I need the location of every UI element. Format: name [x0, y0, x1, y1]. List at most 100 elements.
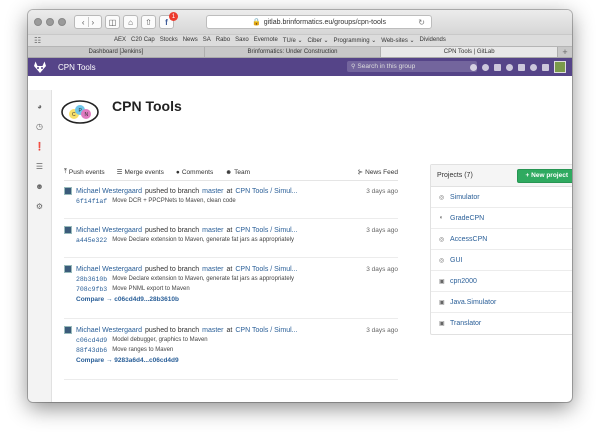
commit-sha-link[interactable]: 88f43db6	[76, 347, 107, 354]
event-item: Michael Westergaard pushed to branch maste…	[64, 225, 398, 245]
sidebar-item-dashboard[interactable]: ◕	[28, 96, 51, 116]
event-author[interactable]: Michael Westergaard	[76, 188, 142, 195]
project-link[interactable]: CPN Tools / Simul...	[235, 227, 297, 234]
commit-sha-link[interactable]: 6f14f1af	[76, 198, 107, 205]
admin-icon[interactable]	[506, 63, 513, 71]
tab-team[interactable]: ☻ Team	[225, 169, 250, 176]
bookmark-item[interactable]: Stocks	[160, 37, 178, 44]
tab-merge-events[interactable]: ☰ Merge events	[117, 168, 164, 177]
snippets-icon[interactable]	[494, 63, 501, 71]
commit-sha-link[interactable]: c06cd4d9	[76, 337, 107, 344]
back-arrow-icon[interactable]: ‹	[82, 18, 85, 27]
profile-icon[interactable]	[530, 63, 537, 71]
logout-icon[interactable]	[542, 63, 549, 71]
event-action: pushed to branch	[145, 226, 200, 234]
show-all-tabs-icon[interactable]: ☷	[34, 36, 56, 45]
new-tab-button[interactable]: +	[558, 47, 572, 57]
event-filter-tabs: ⤒ Push events ☰ Merge events ● Comments ☻ Team …	[64, 166, 398, 178]
bookmark-item[interactable]: TU/e ⌄	[283, 37, 303, 44]
group-title: CPN Tools	[112, 98, 182, 114]
news-feed-link[interactable]: ⊱ News Feed	[357, 168, 398, 177]
users-icon: ☻	[35, 181, 44, 191]
home-button[interactable]: ⌂	[123, 15, 138, 29]
project-link[interactable]: CPN Tools / Simul...	[235, 266, 297, 273]
project-list-item[interactable]: ▣cpn2000›	[431, 271, 572, 292]
share-button[interactable]: ⇧	[141, 15, 156, 29]
explore-icon[interactable]	[482, 63, 489, 71]
close-window-button[interactable]	[34, 18, 42, 26]
bookmark-item[interactable]: AEX	[114, 37, 126, 44]
sidebar-item-settings[interactable]: ⚙	[28, 196, 51, 216]
avatar[interactable]	[64, 265, 72, 273]
tab-comments[interactable]: ● Comments	[176, 169, 213, 176]
commit-sha-link[interactable]: 708c9fb3	[76, 286, 107, 293]
branch-link[interactable]: master	[202, 188, 223, 195]
compare-link[interactable]: Compare → 9283a6d4...c06cd4d9	[64, 355, 398, 365]
project-list-item[interactable]: ▣Java.Simulator›	[431, 292, 572, 313]
project-link[interactable]: CPN Tools / Simul...	[235, 327, 297, 334]
avatar[interactable]	[64, 326, 72, 334]
sidebar-item-milestones[interactable]: ❗	[28, 136, 51, 156]
bookmark-item[interactable]: SA	[203, 37, 211, 44]
facebook-extension-button[interactable]: f 1	[159, 12, 178, 29]
branch-link[interactable]: master	[202, 266, 223, 273]
avatar[interactable]	[64, 187, 72, 195]
divider	[64, 257, 398, 258]
project-list-item[interactable]: ◖GradeCPN›	[431, 208, 572, 229]
gear-icon: ⚙	[35, 201, 44, 211]
reload-icon[interactable]: ↻	[418, 18, 425, 27]
avatar[interactable]	[64, 226, 72, 234]
browser-tab[interactable]: Dashboard [Jenkins]	[28, 47, 205, 57]
project-name: Java.Simulator	[450, 298, 497, 306]
project-list-item[interactable]: ◎Simulator›	[431, 187, 572, 208]
bookmark-item[interactable]: Rabo	[216, 37, 230, 44]
bookmark-item[interactable]: Saxo	[235, 37, 249, 44]
commit-row: a445e322 Move Declare extension to Maven,…	[64, 235, 398, 245]
bookmark-item[interactable]: Evernote	[254, 37, 278, 44]
event-action: pushed to branch	[145, 326, 200, 334]
help-icon[interactable]	[470, 63, 477, 71]
bookmark-item[interactable]: News	[183, 37, 198, 44]
gitlab-logo-icon[interactable]	[28, 58, 52, 76]
event-time: 3 days ago	[366, 265, 398, 273]
avatar[interactable]	[554, 61, 566, 73]
browser-tab[interactable]: Brinformatics: Under Construction	[205, 47, 382, 57]
branch-link[interactable]: master	[202, 327, 223, 334]
event-author[interactable]: Michael Westergaard	[76, 327, 142, 334]
compare-link[interactable]: Compare → c06cd4d9...28b3610b	[64, 294, 398, 304]
commit-sha-link[interactable]: a445e322	[76, 237, 107, 244]
bookmark-item[interactable]: Web-sites ⌄	[381, 37, 414, 44]
browser-tab[interactable]: CPN Tools | GitLab	[381, 47, 559, 57]
project-list-item[interactable]: ◎AccessCPN›	[431, 229, 572, 250]
sidebar-toggle-button[interactable]: ◫	[105, 15, 120, 29]
minimize-window-button[interactable]	[46, 18, 54, 26]
event-author[interactable]: Michael Westergaard	[76, 227, 142, 234]
bookmark-item[interactable]: Programming ⌄	[334, 37, 377, 44]
dashboard-icon: ◕	[37, 101, 42, 111]
bookmark-item[interactable]: C20 Cap	[131, 37, 155, 44]
project-list-item[interactable]: ▣Translator›	[431, 313, 572, 334]
sidebar-item-activity[interactable]: ◷	[28, 116, 51, 136]
search-input[interactable]: ⚲ Search in this group	[347, 61, 477, 72]
zoom-window-button[interactable]	[58, 18, 66, 26]
bookmark-item[interactable]: Dividends	[420, 37, 446, 44]
branch-link[interactable]: master	[202, 227, 223, 234]
forward-arrow-icon[interactable]: ›	[92, 18, 95, 27]
new-item-icon[interactable]	[518, 63, 525, 71]
sidebar-item-issues[interactable]: ☰	[28, 156, 51, 176]
sidebar-item-members[interactable]: ☻	[28, 176, 51, 196]
event-author[interactable]: Michael Westergaard	[76, 266, 142, 273]
rss-icon: ⊱	[357, 169, 364, 176]
back-forward-buttons[interactable]: ‹ ›	[74, 15, 102, 29]
event-action: pushed to branch	[145, 265, 200, 273]
project-link[interactable]: CPN Tools / Simul...	[235, 188, 297, 195]
bookmark-item[interactable]: Ciber ⌄	[308, 37, 329, 44]
new-project-button[interactable]: + New project	[516, 168, 572, 183]
projects-count: Projects (7)	[437, 172, 473, 179]
address-bar[interactable]: 🔒 gitlab.brinformatics.eu/groups/cpn-too…	[206, 15, 432, 29]
tab-push-events[interactable]: ⤒ Push events	[64, 168, 105, 176]
event-item: Michael Westergaard pushed to branch maste…	[64, 186, 398, 206]
projects-panel: Projects (7) + New project ◎Simulator›◖G…	[430, 164, 572, 335]
project-list-item[interactable]: ◎GUI›	[431, 250, 572, 271]
commit-sha-link[interactable]: 28b3610b	[76, 276, 107, 283]
